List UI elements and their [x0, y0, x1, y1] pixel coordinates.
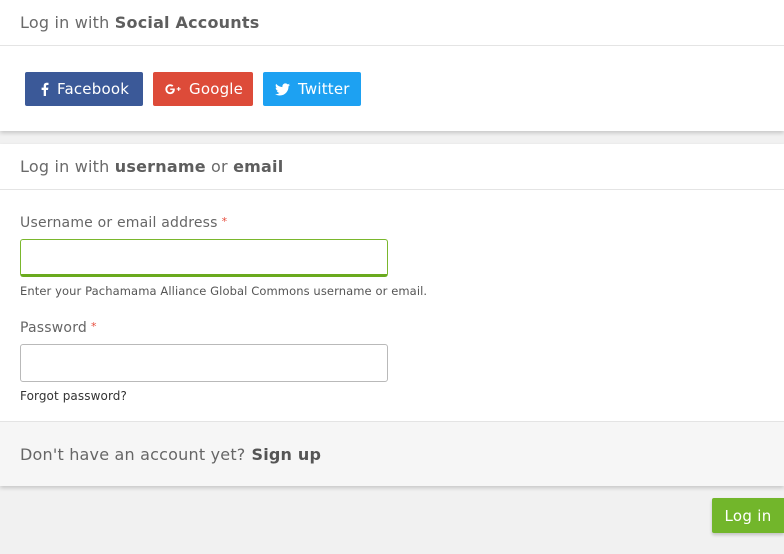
credentials-heading-email: email [233, 157, 284, 176]
google-login-button[interactable]: Google [153, 72, 253, 106]
twitter-label: Twitter [298, 80, 350, 98]
username-help-text: Enter your Pachamama Alliance Global Com… [20, 284, 428, 298]
twitter-login-button[interactable]: Twitter [263, 72, 361, 106]
social-heading-prefix: Log in with [20, 13, 110, 32]
credentials-heading-prefix: Log in with [20, 157, 110, 176]
password-label-text: Password [20, 320, 87, 336]
credentials-heading-username: username [114, 157, 206, 176]
google-label: Google [189, 80, 244, 98]
credentials-heading: Log in with username or email [0, 144, 784, 190]
social-login-heading: Log in with Social Accounts [0, 0, 784, 46]
username-input[interactable] [20, 239, 388, 277]
login-submit-button[interactable]: Log in [712, 498, 784, 533]
credentials-heading-or: or [211, 157, 228, 176]
social-heading-bold: Social Accounts [114, 13, 260, 32]
facebook-login-button[interactable]: Facebook [25, 72, 143, 106]
google-plus-icon [165, 83, 181, 95]
forgot-password-link[interactable]: Forgot password? [20, 389, 127, 403]
required-marker: * [91, 320, 97, 333]
facebook-label: Facebook [57, 80, 130, 98]
password-input[interactable] [20, 344, 388, 382]
credentials-login-panel: Log in with username or email Username o… [0, 144, 784, 486]
required-marker: * [221, 215, 228, 228]
signup-prompt: Don't have an account yet? [20, 444, 246, 464]
username-label: Username or email address * [20, 215, 227, 231]
password-label: Password * [20, 320, 97, 336]
signup-link[interactable]: Sign up [252, 445, 322, 464]
twitter-icon [275, 82, 290, 96]
signup-strip: Don't have an account yet? Sign up [0, 421, 784, 486]
username-label-text: Username or email address [20, 215, 218, 231]
social-buttons: Facebook Google Twitter [25, 72, 371, 106]
social-login-panel: Log in with Social Accounts Facebook Goo… [0, 0, 784, 131]
facebook-icon [40, 82, 49, 96]
